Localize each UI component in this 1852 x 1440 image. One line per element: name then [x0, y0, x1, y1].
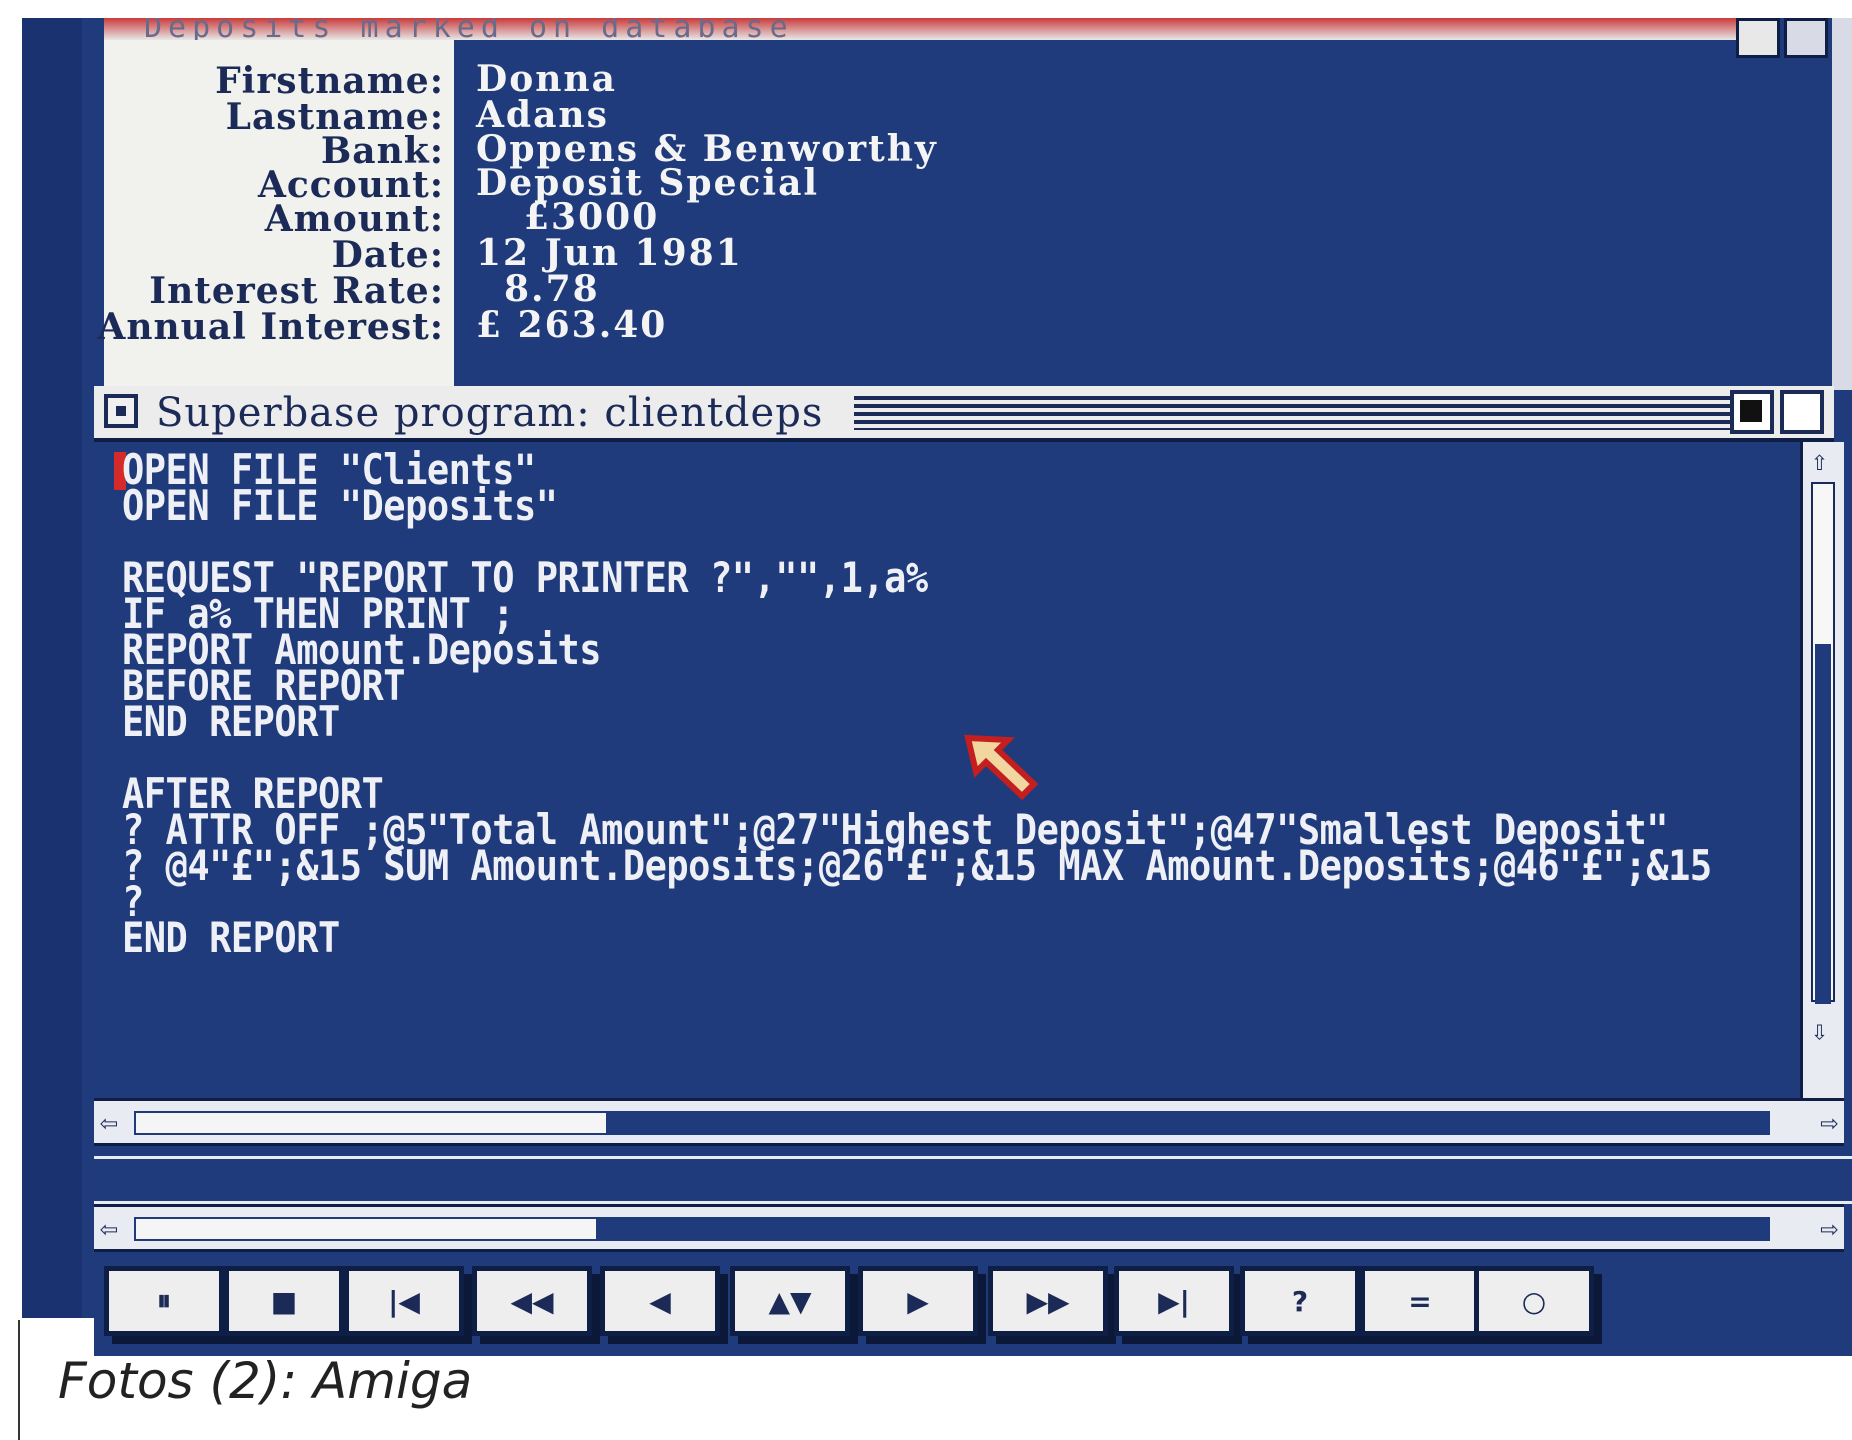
last-record-icon: ▶|: [1158, 1284, 1190, 1318]
previous-record-button[interactable]: ◀: [600, 1266, 720, 1336]
up-down-button[interactable]: ▲▼: [730, 1266, 850, 1336]
next-record-button[interactable]: ▶: [858, 1266, 978, 1336]
mouse-pointer-icon: [964, 734, 1039, 801]
amiga-screen: Deposits marked on database Firstname: L…: [22, 18, 1852, 1356]
rewind-icon: ◀◀: [510, 1284, 554, 1318]
query-icon: ?: [1291, 1284, 1309, 1318]
first-record-icon: |◀: [388, 1284, 420, 1318]
scroll-right-icon[interactable]: ⇨: [1820, 1211, 1838, 1246]
code-line: END REPORT: [122, 914, 340, 963]
scroll-left-icon[interactable]: ⇦: [100, 1211, 118, 1246]
caption-rule: [18, 1320, 20, 1440]
record-icon: ○: [1521, 1284, 1547, 1318]
window-divider: [94, 1156, 1852, 1204]
query-button[interactable]: ?: [1240, 1266, 1360, 1336]
horizontal-scroll-knob[interactable]: [136, 1219, 596, 1239]
scroll-up-icon[interactable]: ⇧: [1811, 444, 1828, 477]
previous-record-icon: ◀: [649, 1284, 671, 1318]
titlebar-drag-stripes[interactable]: [854, 396, 1764, 430]
program-window-titlebar[interactable]: Superbase program: clientdeps: [94, 386, 1834, 442]
equals-button[interactable]: =: [1360, 1266, 1480, 1336]
record-control-bar: ⏸ ■ |◀ ◀◀ ◀ ▲▼ ▶ ▶▶ ▶| ? = ○: [94, 1266, 1852, 1356]
horizontal-scroll-track[interactable]: [132, 1109, 1772, 1137]
horizontal-scrollbar[interactable]: ⇦ ⇨: [94, 1098, 1844, 1146]
rewind-button[interactable]: ◀◀: [472, 1266, 592, 1336]
vertical-scroll-knob[interactable]: [1815, 644, 1831, 1004]
code-line: ? @4"£";&15 SUM Amount.Deposits;@26"£";&…: [122, 842, 1712, 891]
depth-back-icon[interactable]: [1730, 390, 1774, 434]
vertical-scroll-track[interactable]: [1811, 482, 1835, 1004]
record-window-right-border: [1832, 18, 1852, 390]
first-record-button[interactable]: |◀: [344, 1266, 464, 1336]
record-button[interactable]: ○: [1474, 1266, 1594, 1336]
close-icon[interactable]: [104, 394, 138, 428]
field-label-panel: Firstname: Lastname: Bank: Account: Amou…: [97, 40, 454, 386]
equals-icon: =: [1408, 1284, 1432, 1318]
screen-left-border: [22, 18, 82, 1318]
vertical-scrollbar[interactable]: ⇧ ⇩: [1800, 442, 1844, 1102]
horizontal-scroll-knob[interactable]: [136, 1113, 606, 1133]
depth-front-icon[interactable]: [1780, 390, 1824, 434]
scroll-down-icon[interactable]: ⇩: [1811, 1014, 1828, 1047]
horizontal-scroll-track[interactable]: [132, 1215, 1772, 1243]
code-line: OPEN FILE "Deposits": [122, 482, 558, 531]
program-code-editor[interactable]: OPEN FILE "Clients" OPEN FILE "Deposits"…: [94, 442, 1794, 1082]
next-record-icon: ▶: [907, 1284, 929, 1318]
annual-interest-label: Annual Interest:: [97, 306, 444, 348]
code-line: END REPORT: [122, 698, 340, 747]
annual-interest-value[interactable]: £ 263.40: [476, 304, 667, 346]
horizontal-scrollbar[interactable]: ⇦ ⇨: [94, 1204, 1844, 1252]
program-window: Superbase program: clientdeps OPEN FILE …: [94, 386, 1852, 1356]
record-window: Deposits marked on database Firstname: L…: [97, 18, 1852, 390]
last-record-button[interactable]: ▶|: [1114, 1266, 1234, 1336]
pause-icon: ⏸: [156, 1284, 171, 1317]
program-window-title: Superbase program: clientdeps: [156, 390, 824, 436]
scroll-left-icon[interactable]: ⇦: [100, 1105, 118, 1140]
photo-caption: Fotos (2): Amiga: [58, 1352, 473, 1410]
stop-button[interactable]: ■: [224, 1266, 344, 1336]
record-window-titlebar[interactable]: Deposits marked on database: [104, 18, 1744, 40]
record-depth-front-gadget[interactable]: [1784, 18, 1828, 58]
scroll-right-icon[interactable]: ⇨: [1820, 1105, 1838, 1140]
fast-forward-icon: ▶▶: [1026, 1284, 1070, 1318]
stop-icon: ■: [270, 1284, 298, 1318]
up-down-icon: ▲▼: [768, 1284, 812, 1318]
fast-forward-button[interactable]: ▶▶: [988, 1266, 1108, 1336]
pause-button[interactable]: ⏸: [104, 1266, 224, 1336]
record-depth-back-gadget[interactable]: [1736, 18, 1780, 58]
record-window-title: Deposits marked on database: [144, 18, 794, 40]
